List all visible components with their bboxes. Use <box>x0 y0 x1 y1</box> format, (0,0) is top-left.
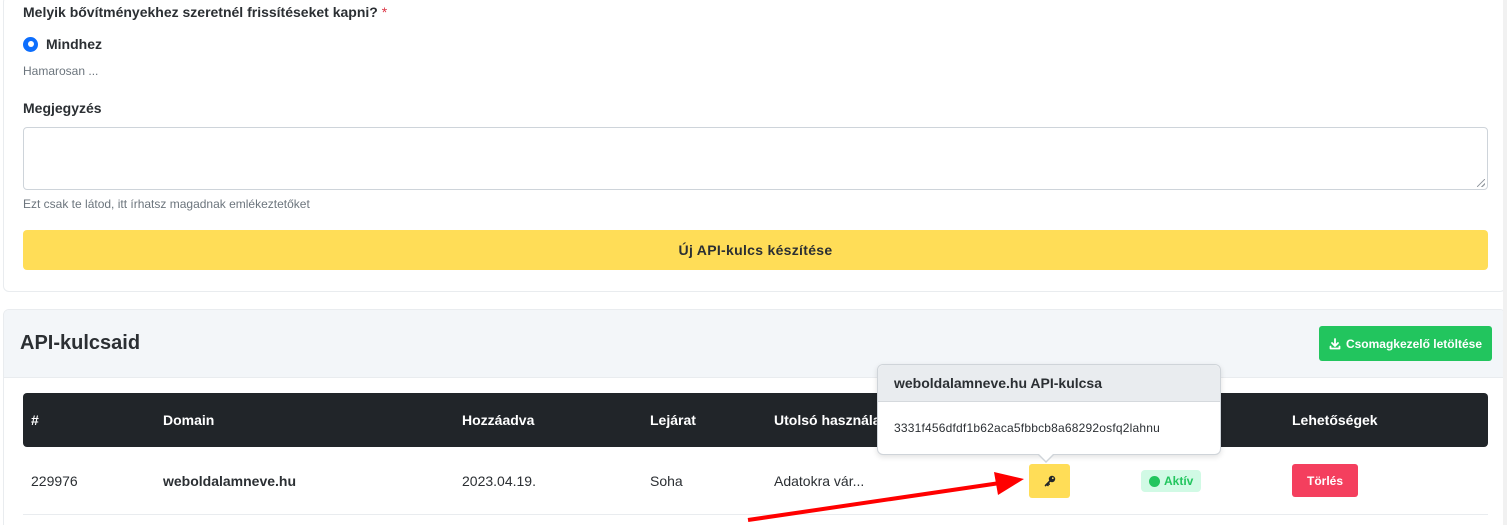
row-added: 2023.04.19. <box>462 473 536 489</box>
note-hint: Ezt csak te látod, itt írhatsz magadnak … <box>23 197 310 211</box>
col-expiry: Lejárat <box>650 412 696 428</box>
key-icon <box>1044 475 1055 487</box>
radio-option-label: Mindhez <box>46 36 102 52</box>
col-added: Hozzáadva <box>462 412 535 428</box>
required-mark: * <box>381 4 388 20</box>
row-expiry: Soha <box>650 473 683 489</box>
col-options: Lehetőségek <box>1292 412 1378 428</box>
resize-grip-icon[interactable] <box>1477 179 1485 187</box>
col-domain: Domain <box>163 412 215 428</box>
delete-button[interactable]: Törlés <box>1292 464 1358 497</box>
col-last-used: Utolsó használat <box>774 412 886 428</box>
download-package-manager-button[interactable]: Csomagkezelő letöltése <box>1318 326 1492 361</box>
soon-hint: Hamarosan ... <box>23 64 99 78</box>
api-keys-title: API-kulcsaid <box>20 332 141 354</box>
download-icon <box>1329 337 1341 349</box>
api-keys-header: API-kulcsaid Csomagkezelő letöltése <box>4 310 1505 378</box>
updates-question-label: Melyik bővítményekhez szeretnél frissíté… <box>23 4 388 20</box>
create-api-key-button[interactable]: Új API-kulcs készítése <box>23 230 1488 270</box>
table-header: # Domain Hozzáadva Lejárat Utolsó haszná… <box>23 393 1488 447</box>
row-last-used: Adatokra vár... <box>774 473 865 489</box>
note-label: Megjegyzés <box>23 100 102 116</box>
row-id: 229976 <box>31 473 78 489</box>
page-scrollbar[interactable] <box>1503 0 1507 525</box>
status-badge: Aktív <box>1141 470 1202 492</box>
download-button-label: Csomagkezelő letöltése <box>1345 336 1482 351</box>
radio-option-all[interactable]: Mindhez <box>23 36 102 52</box>
radio-selected-icon[interactable] <box>23 36 38 52</box>
col-id: # <box>31 412 39 428</box>
show-key-button[interactable] <box>1029 464 1070 498</box>
popover-key-value[interactable]: 3331f456dfdf1b62aca5fbbcb8a68292osfq2lah… <box>878 402 1220 454</box>
row-divider <box>23 514 1488 515</box>
popover-title: weboldalamneve.hu API-kulcsa <box>878 365 1220 402</box>
api-key-popover: weboldalamneve.hu API-kulcsa 3331f456dfd… <box>877 364 1221 463</box>
popover-arrow <box>1037 453 1055 463</box>
status-dot-icon <box>1149 475 1160 487</box>
note-textarea[interactable] <box>23 127 1488 190</box>
row-domain: weboldalamneve.hu <box>163 473 297 489</box>
status-label: Aktív <box>1164 474 1194 488</box>
